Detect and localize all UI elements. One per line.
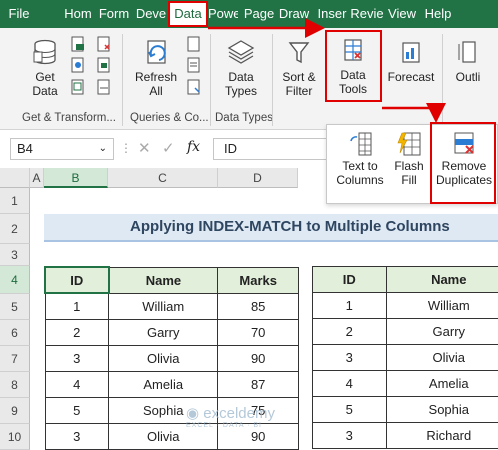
select-all-corner[interactable] (0, 168, 30, 188)
enter-check-icon[interactable]: ✓ (162, 139, 175, 157)
cell-name[interactable]: Amelia (385, 370, 498, 397)
column-header-b[interactable]: B (44, 168, 108, 188)
row-header-7[interactable]: 7 (0, 346, 30, 372)
cell-marks[interactable]: 85 (217, 292, 299, 320)
more-options-icon: ⋮ (120, 141, 132, 155)
cell-id[interactable]: 3 (312, 422, 387, 449)
cell-id[interactable]: 3 (312, 344, 387, 371)
cell-id[interactable]: 5 (312, 396, 387, 423)
column-header-d[interactable]: D (218, 168, 298, 188)
flash-fill-icon (397, 132, 421, 156)
cell-id[interactable]: 2 (312, 318, 387, 345)
header-cell-name[interactable]: Name (385, 266, 498, 293)
row-header-8[interactable]: 8 (0, 372, 30, 398)
table-row: 3 Olivia 90 (44, 344, 299, 372)
watermark-tagline: EXCEL · DATA · BI (186, 422, 262, 429)
cell-id[interactable]: 3 (44, 422, 110, 450)
formula-value: ID (224, 141, 237, 156)
column-header-a[interactable]: A (30, 168, 44, 188)
table-row: 1 William 85 (44, 292, 299, 320)
cell-id[interactable]: 4 (44, 370, 110, 398)
chevron-down-icon[interactable]: ⌄ (99, 139, 107, 159)
cell-marks[interactable]: 90 (217, 344, 299, 372)
sheet-title: Applying INDEX-MATCH to Multiple Columns (130, 218, 450, 235)
flash-fill-button[interactable]: Flash Fill (389, 131, 429, 187)
cell-name[interactable]: Olivia (108, 344, 219, 372)
table-row: 4 Amelia 87 (44, 370, 299, 398)
table-header-row: ID Name Marks (44, 266, 299, 294)
table-header-row: ID Name (312, 266, 498, 293)
cell-id[interactable]: 1 (312, 292, 387, 319)
cell-name[interactable]: William (108, 292, 219, 320)
cell-name[interactable]: Sophia (385, 396, 498, 423)
header-cell-id[interactable]: ID (44, 266, 110, 294)
cell-name[interactable]: Amelia (108, 370, 219, 398)
table-row: 4 Amelia (312, 370, 498, 397)
row-header-1[interactable]: 1 (0, 188, 30, 214)
cell-name[interactable]: Richard (385, 422, 498, 449)
table-row: 3 Richard (312, 422, 498, 449)
column-header-c[interactable]: C (108, 168, 218, 188)
cell-marks[interactable]: 70 (217, 318, 299, 346)
row-header-9[interactable]: 9 (0, 398, 30, 424)
text-to-columns-label: Text to Columns (336, 159, 384, 187)
row-header-5[interactable]: 5 (0, 294, 30, 320)
row-header-2[interactable]: 2 (0, 214, 30, 244)
flash-fill-label: Flash Fill (394, 159, 424, 187)
cell-id[interactable]: 4 (312, 370, 387, 397)
cell-name[interactable]: Garry (108, 318, 219, 346)
formula-input[interactable]: ID (213, 138, 328, 160)
cell-id[interactable]: 1 (44, 292, 110, 320)
cell-marks[interactable]: 87 (217, 370, 299, 398)
watermark-logo-icon: ◉ (186, 405, 200, 422)
table-row: 3 Olivia (312, 344, 498, 371)
row-header-3[interactable]: 3 (0, 244, 30, 266)
name-box[interactable]: B4 ⌄ (10, 138, 114, 160)
row-header-6[interactable]: 6 (0, 320, 30, 346)
cell-name[interactable]: William (385, 292, 498, 319)
remove-duplicates-highlight (430, 122, 496, 204)
table-row: 1 William (312, 292, 498, 319)
header-cell-id[interactable]: ID (312, 266, 387, 293)
table-right: ID Name 1 William 2 Garry 3 Olivia 4 Ame… (312, 266, 498, 449)
watermark: ◉ exceldemy EXCEL · DATA · BI (186, 404, 275, 429)
table-row: 5 Sophia (312, 396, 498, 423)
cell-id[interactable]: 5 (44, 396, 110, 424)
cell-name[interactable]: Olivia (385, 344, 498, 371)
table-row: 2 Garry (312, 318, 498, 345)
cancel-icon[interactable]: ✕ (138, 139, 151, 157)
cell-id[interactable]: 2 (44, 318, 110, 346)
row-header-4[interactable]: 4 (0, 266, 30, 294)
table-row: 2 Garry 70 (44, 318, 299, 346)
fx-icon[interactable]: fx (187, 139, 200, 155)
cell-name[interactable]: Garry (385, 318, 498, 345)
text-to-columns-button[interactable]: Text to Columns (333, 131, 387, 187)
watermark-brand: exceldemy (203, 405, 275, 422)
name-box-value: B4 (17, 141, 33, 156)
row-header-10[interactable]: 10 (0, 424, 30, 450)
cell-id[interactable]: 3 (44, 344, 110, 372)
header-cell-name[interactable]: Name (108, 266, 219, 294)
header-cell-marks[interactable]: Marks (217, 266, 299, 294)
text-to-columns-icon (350, 132, 372, 156)
